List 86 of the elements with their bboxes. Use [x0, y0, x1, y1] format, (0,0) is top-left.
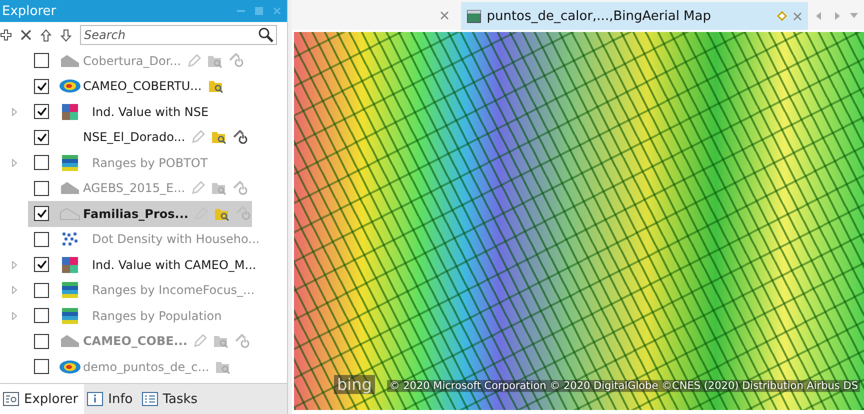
checkbox[interactable]: [34, 53, 49, 68]
layer-name: Dot Density with Househo...: [91, 232, 260, 246]
color-ranges-icon: [62, 154, 78, 171]
checkbox[interactable]: [34, 155, 49, 170]
polygon-layer-icon: [59, 208, 81, 220]
scroll-right-icon[interactable]: [834, 12, 840, 20]
polygon-layer-icon: [59, 335, 81, 348]
checkbox[interactable]: [34, 130, 49, 145]
scroll-left-icon[interactable]: [816, 12, 822, 20]
panel-tab[interactable]: Tasks: [138, 384, 204, 414]
check-icon: [36, 132, 46, 142]
pencil-icon[interactable]: [191, 130, 206, 144]
layer-name: Ranges by Population: [91, 308, 222, 323]
map-logo: bing: [334, 375, 375, 394]
minimize-icon[interactable]: [237, 7, 245, 15]
delete-icon[interactable]: [20, 29, 32, 41]
expand-arrow-icon[interactable]: [12, 260, 17, 269]
layer-row[interactable]: Ind. Value with NSE: [28, 99, 252, 124]
color-ranges-icon: [62, 282, 78, 298]
search-field[interactable]: Search: [80, 25, 277, 45]
check-icon: [36, 107, 46, 116]
pencil-icon[interactable]: [193, 334, 208, 348]
move-up-icon[interactable]: [40, 28, 52, 42]
info-icon: [87, 392, 104, 406]
add-icon[interactable]: [0, 29, 12, 41]
power-icon[interactable]: [233, 130, 250, 145]
layer-name: NSE_El_Dorado...: [83, 130, 186, 144]
polygon-layer-icon: [59, 182, 81, 194]
checkbox[interactable]: [34, 206, 49, 222]
move-down-icon[interactable]: [60, 28, 72, 42]
pencil-icon[interactable]: [191, 181, 206, 196]
checkbox[interactable]: [34, 78, 49, 94]
folder-search-icon[interactable]: [208, 79, 224, 94]
explorer-icon: [3, 392, 19, 406]
panel-title: Explorer: [2, 4, 56, 18]
check-icon: [36, 260, 46, 270]
document-tab[interactable]: puntos_de_calor,...,BingAerial Map: [460, 2, 808, 30]
unique-values-icon: [62, 256, 78, 273]
layer-name: Ind. Value with NSE: [91, 104, 209, 119]
layer-name: CAMEO_COBERTU...: [83, 79, 202, 94]
heat-map-icon: [59, 360, 81, 374]
dot-density-icon: [62, 232, 78, 246]
unique-values-icon: [62, 104, 78, 120]
folder-search-icon[interactable]: [214, 206, 230, 221]
layer-name: Cobertura_Dor...: [83, 54, 182, 68]
checkbox[interactable]: [34, 180, 49, 196]
color-ranges-icon: [62, 308, 78, 324]
layer-name: Familias_Pros...: [83, 206, 188, 221]
layer-row[interactable]: Familias_Pros...: [28, 201, 252, 226]
map-icon: [466, 10, 481, 22]
expand-arrow-icon[interactable]: [12, 158, 17, 167]
panel-tab[interactable]: Explorer: [0, 384, 84, 414]
panel-tab[interactable]: Info: [84, 384, 139, 414]
checkbox[interactable]: [34, 104, 49, 120]
checkbox[interactable]: [34, 308, 49, 324]
expand-arrow-icon[interactable]: [12, 108, 17, 116]
layer-name: CAMEO_COBE...: [83, 334, 188, 348]
checkbox[interactable]: [34, 232, 49, 247]
expand-arrow-icon[interactable]: [12, 286, 17, 294]
dropdown-icon[interactable]: [850, 13, 858, 19]
folder-search-icon[interactable]: [211, 130, 228, 144]
layer-row[interactable]: NSE_El_Dorado...: [28, 124, 252, 150]
layer-name: AGEBS_2015_E...: [83, 181, 186, 196]
heat-map-icon: [59, 79, 81, 94]
check-icon: [36, 82, 46, 91]
check-icon: [36, 209, 46, 218]
polygon-layer-icon: [59, 54, 81, 67]
diamond-icon[interactable]: [777, 11, 787, 21]
expand-arrow-icon[interactable]: [12, 312, 17, 320]
pencil-icon[interactable]: [187, 54, 202, 68]
close-icon[interactable]: [273, 7, 281, 15]
close-icon[interactable]: [440, 11, 449, 20]
layer-row[interactable]: CAMEO_COBERTU...: [28, 74, 252, 99]
close-icon[interactable]: [793, 12, 802, 20]
layer-name: Ranges by IncomeFocus_...: [91, 283, 255, 298]
layer-name: Ranges by POBTOT: [91, 156, 208, 170]
aerial-map-placeholder[interactable]: bing © 2020 Microsoft Corporation © 2020 DigitalGlobe ©CNES (2020) Distribution Airbus DS: [294, 32, 864, 410]
checkbox[interactable]: [34, 359, 49, 374]
search-icon[interactable]: [258, 27, 274, 43]
checkbox[interactable]: [34, 334, 49, 349]
task-list-icon: [142, 392, 158, 406]
layer-name: demo_puntos_de_c...: [83, 360, 210, 374]
checkbox[interactable]: [34, 257, 49, 272]
layer-name: Ind. Value with CAMEO_M...: [91, 258, 256, 272]
map-copyright: © 2020 Microsoft Corporation © 2020 DigitalGlobe ©CNES (2020) Distribution Airbus DS: [387, 380, 860, 392]
checkbox[interactable]: [34, 282, 49, 298]
